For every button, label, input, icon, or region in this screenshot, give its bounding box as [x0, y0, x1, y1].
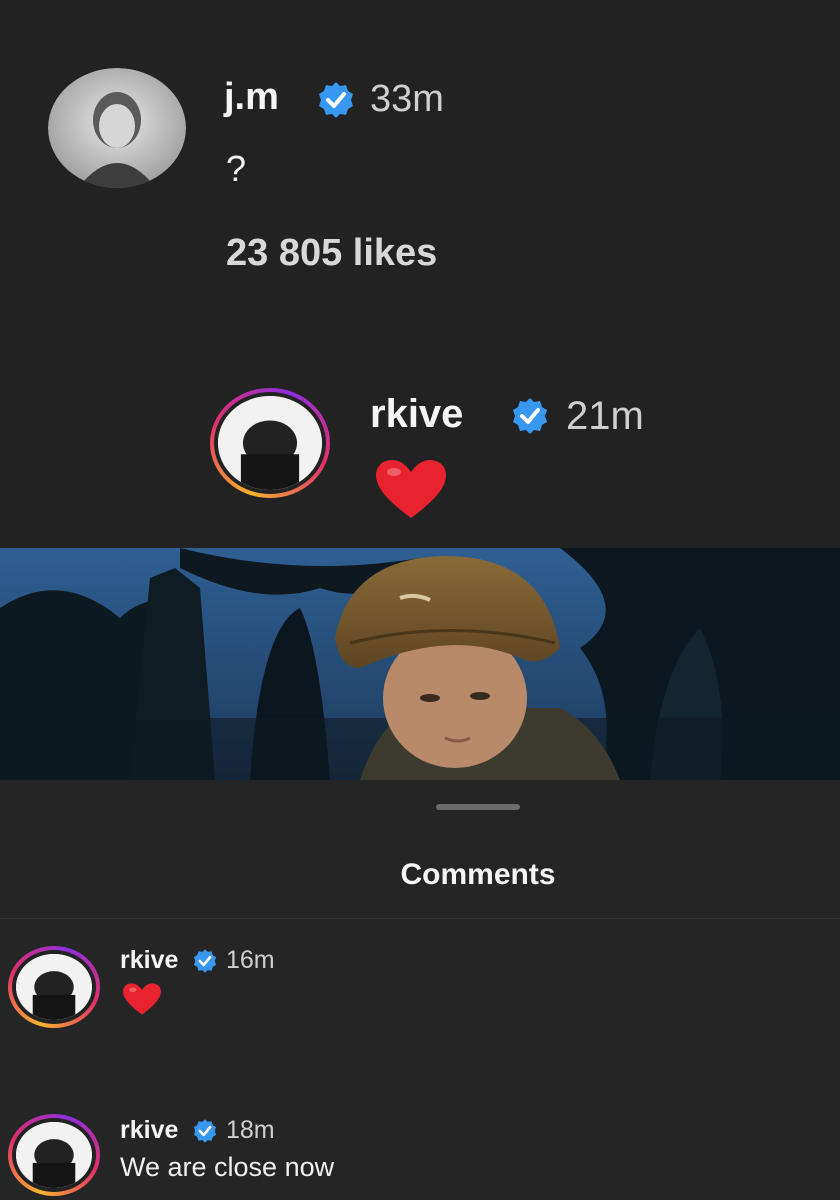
comments-title: Comments [400, 858, 556, 891]
heart-emoji-icon [374, 458, 448, 520]
rkive-reply-avatar[interactable] [210, 388, 330, 498]
sheet-drag-handle[interactable] [436, 804, 520, 810]
verified-badge-icon [192, 948, 218, 974]
verified-badge-icon [192, 1118, 218, 1144]
comment-username[interactable]: rkive [120, 946, 178, 975]
comment-time: 18m [226, 1116, 275, 1144]
comment-text: We are close now [120, 1152, 335, 1182]
comment-time: 16m [226, 946, 275, 974]
likes-count[interactable]: 23 805 likes [226, 232, 437, 275]
post-photo[interactable] [0, 548, 840, 780]
comment-avatar[interactable] [8, 1114, 100, 1196]
reply-username[interactable]: rkive [370, 392, 463, 437]
verified-badge-icon [316, 80, 356, 120]
post-username[interactable]: j.m [224, 76, 279, 119]
comment-username[interactable]: rkive [120, 1116, 178, 1145]
post-caption: ? [226, 148, 247, 189]
comment-avatar[interactable] [8, 946, 100, 1028]
heart-emoji-icon [122, 982, 162, 1016]
sheet-divider [0, 918, 840, 919]
jm-avatar[interactable] [48, 68, 186, 188]
reply-time: 21m [566, 394, 644, 438]
post-time: 33m [370, 78, 444, 120]
verified-badge-icon [510, 396, 550, 436]
